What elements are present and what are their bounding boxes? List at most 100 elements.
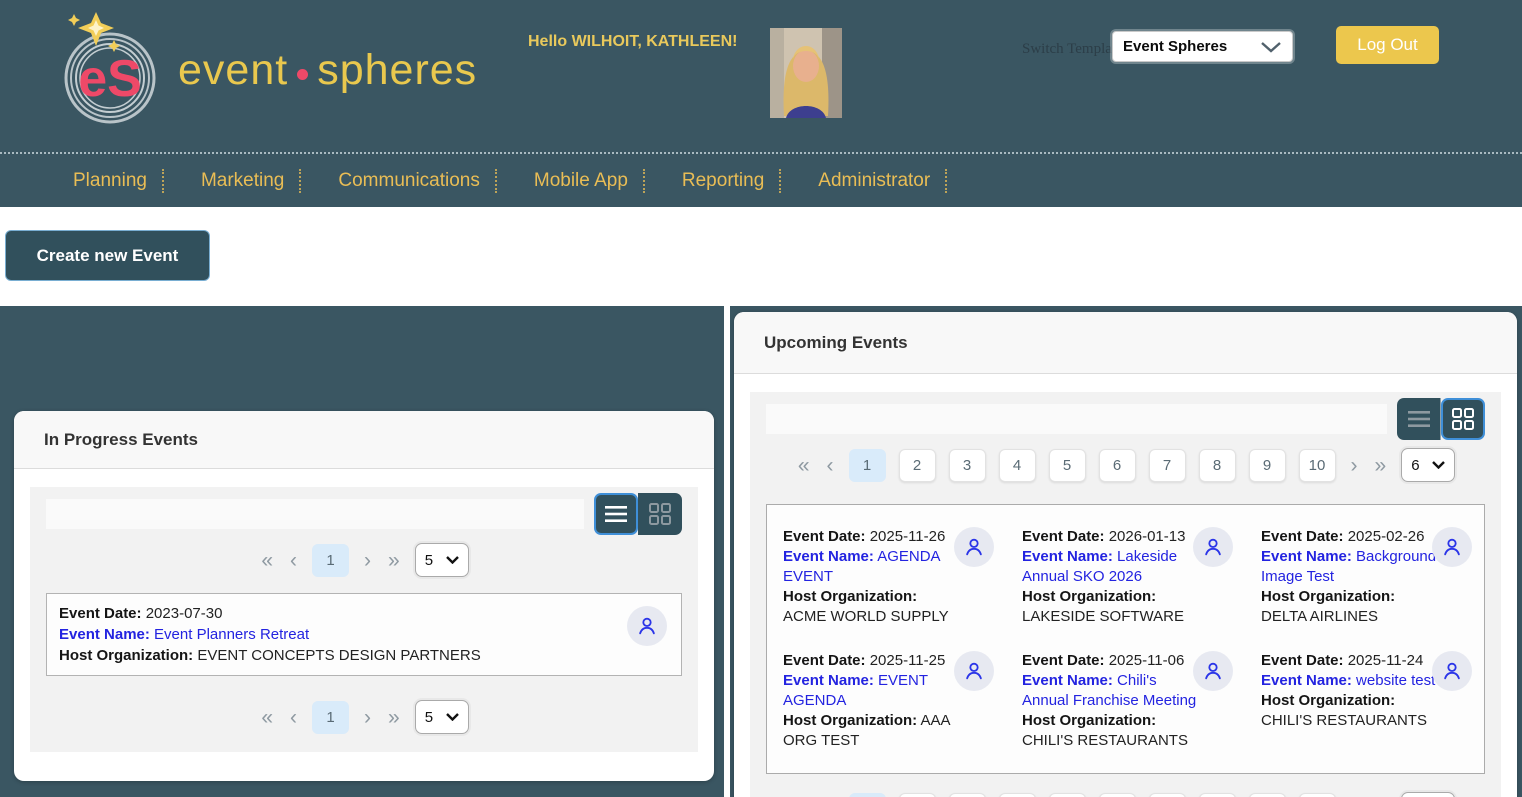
upcoming-toolbar	[766, 398, 1485, 440]
page-size-select[interactable]: 5	[415, 543, 469, 577]
next-page-button[interactable]: ›	[1349, 455, 1360, 476]
event-name-label: Event Name:	[1022, 672, 1113, 689]
nav-item-marketing[interactable]: Marketing	[201, 169, 301, 193]
chevron-down-icon	[446, 713, 459, 721]
toolbar-strip	[46, 499, 584, 529]
page-button[interactable]: 5	[1049, 449, 1086, 482]
event-name-label: Event Name:	[783, 548, 874, 565]
page-button[interactable]: 1	[849, 449, 886, 482]
host-org-value: ACME WORLD SUPPLY	[783, 608, 949, 625]
user-avatar	[770, 28, 842, 118]
first-page-button[interactable]: «	[259, 707, 275, 728]
page-size-value: 5	[425, 552, 433, 569]
page-size-value: 5	[425, 709, 433, 726]
prev-page-button[interactable]: ‹	[825, 455, 836, 476]
nav-item-mobile-app[interactable]: Mobile App	[534, 169, 645, 193]
first-page-button[interactable]: «	[259, 550, 275, 571]
upcoming-wrapper: « ‹ 1 2 3 4 5 6 7 8 9 10 › »	[750, 392, 1501, 797]
next-page-button[interactable]: ›	[362, 550, 373, 571]
page-button[interactable]: 5	[1049, 793, 1086, 797]
in-progress-panel-title: In Progress Events	[14, 411, 714, 469]
event-list-item: Event Date: 2023-07-30 Event Name: Event…	[46, 593, 682, 676]
nav-item-communications[interactable]: Communications	[338, 169, 497, 193]
event-date-value: 2025-11-24	[1348, 652, 1424, 669]
event-card: Event Date: 2025-11-25 Event Name: EVENT…	[767, 639, 1006, 763]
in-progress-wrapper: « ‹ 1 › » 5 Eve	[30, 487, 698, 752]
page-button[interactable]: 9	[1249, 449, 1286, 482]
attendee-badge[interactable]	[954, 651, 994, 691]
logo-word2: spheres	[317, 46, 477, 95]
next-page-button[interactable]: ›	[362, 707, 373, 728]
list-view-icon	[604, 505, 628, 523]
event-date-value: 2026-01-13	[1109, 528, 1186, 545]
nav-item-reporting[interactable]: Reporting	[682, 169, 781, 193]
in-progress-pagination-top: « ‹ 1 › » 5	[46, 543, 682, 577]
person-icon	[1441, 536, 1463, 558]
nav-item-administrator[interactable]: Administrator	[818, 169, 947, 193]
list-view-toggle[interactable]	[594, 493, 638, 535]
page-button[interactable]: 3	[949, 449, 986, 482]
page-button[interactable]: 9	[1249, 793, 1286, 797]
attendee-badge[interactable]	[1432, 651, 1472, 691]
page-button[interactable]: 4	[999, 793, 1036, 797]
host-org-value: EVENT CONCEPTS DESIGN PARTNERS	[197, 647, 480, 664]
page-button[interactable]: 2	[899, 449, 936, 482]
event-date-value: 2025-11-26	[870, 528, 946, 545]
person-icon	[1202, 536, 1224, 558]
page-button[interactable]: 1	[849, 793, 886, 797]
page-size-value: 6	[1411, 457, 1419, 474]
page-button[interactable]: 7	[1149, 449, 1186, 482]
attendee-badge[interactable]	[954, 527, 994, 567]
page-button[interactable]: 10	[1299, 449, 1336, 482]
event-date-label: Event Date:	[59, 605, 142, 622]
page-button[interactable]: 3	[949, 793, 986, 797]
page-button[interactable]: 6	[1099, 793, 1136, 797]
prev-page-button[interactable]: ‹	[288, 707, 299, 728]
create-new-event-button[interactable]: Create new Event	[5, 230, 210, 281]
logout-button[interactable]: Log Out	[1336, 26, 1439, 64]
host-org-label: Host Organization:	[1261, 692, 1395, 709]
event-name-link[interactable]: Event Planners Retreat	[154, 626, 309, 643]
event-name-link[interactable]: website test	[1356, 672, 1435, 689]
page-button[interactable]: 1	[312, 544, 349, 577]
event-date-value: 2023-07-30	[146, 605, 223, 622]
event-name-label: Event Name:	[1261, 548, 1352, 565]
page-button[interactable]: 6	[1099, 449, 1136, 482]
logo-dot-icon	[297, 69, 308, 80]
page-button[interactable]: 2	[899, 793, 936, 797]
list-view-toggle[interactable]	[1397, 398, 1441, 440]
grid-view-toggle[interactable]	[638, 493, 682, 535]
nav-item-planning[interactable]: Planning	[73, 169, 164, 193]
event-name-label: Event Name:	[59, 626, 150, 643]
host-org-label: Host Organization:	[1022, 712, 1156, 729]
attendee-badge[interactable]	[1432, 527, 1472, 567]
page-button[interactable]: 7	[1149, 793, 1186, 797]
first-page-button[interactable]: «	[796, 455, 812, 476]
event-name-line: Event Name: Event Planners Retreat	[59, 624, 669, 645]
in-progress-toolbar	[46, 493, 682, 535]
template-select[interactable]: Event Spheres	[1112, 31, 1293, 62]
last-page-button[interactable]: »	[386, 707, 402, 728]
in-progress-pagination-bottom: « ‹ 1 › » 5	[46, 700, 682, 734]
page-button[interactable]: 1	[312, 701, 349, 734]
content-columns: In Progress Events	[0, 306, 1522, 797]
last-page-button[interactable]: »	[1373, 455, 1389, 476]
attendee-badge[interactable]	[1193, 651, 1233, 691]
host-org-label: Host Organization:	[783, 712, 917, 729]
page-button[interactable]: 8	[1199, 449, 1236, 482]
attendee-badge[interactable]	[1193, 527, 1233, 567]
list-view-icon	[1407, 410, 1431, 428]
grid-view-toggle[interactable]	[1441, 398, 1485, 440]
prev-page-button[interactable]: ‹	[288, 550, 299, 571]
page-button[interactable]: 10	[1299, 793, 1336, 797]
page-size-select[interactable]: 6	[1401, 792, 1455, 797]
last-page-button[interactable]: »	[386, 550, 402, 571]
event-name-label: Event Name:	[783, 672, 874, 689]
page-size-select[interactable]: 5	[415, 700, 469, 734]
person-icon	[963, 660, 985, 682]
host-org-line: Host Organization: EVENT CONCEPTS DESIGN…	[59, 645, 669, 666]
page-button[interactable]: 8	[1199, 793, 1236, 797]
attendee-badge[interactable]	[627, 606, 667, 646]
page-button[interactable]: 4	[999, 449, 1036, 482]
page-size-select[interactable]: 6	[1401, 448, 1455, 482]
